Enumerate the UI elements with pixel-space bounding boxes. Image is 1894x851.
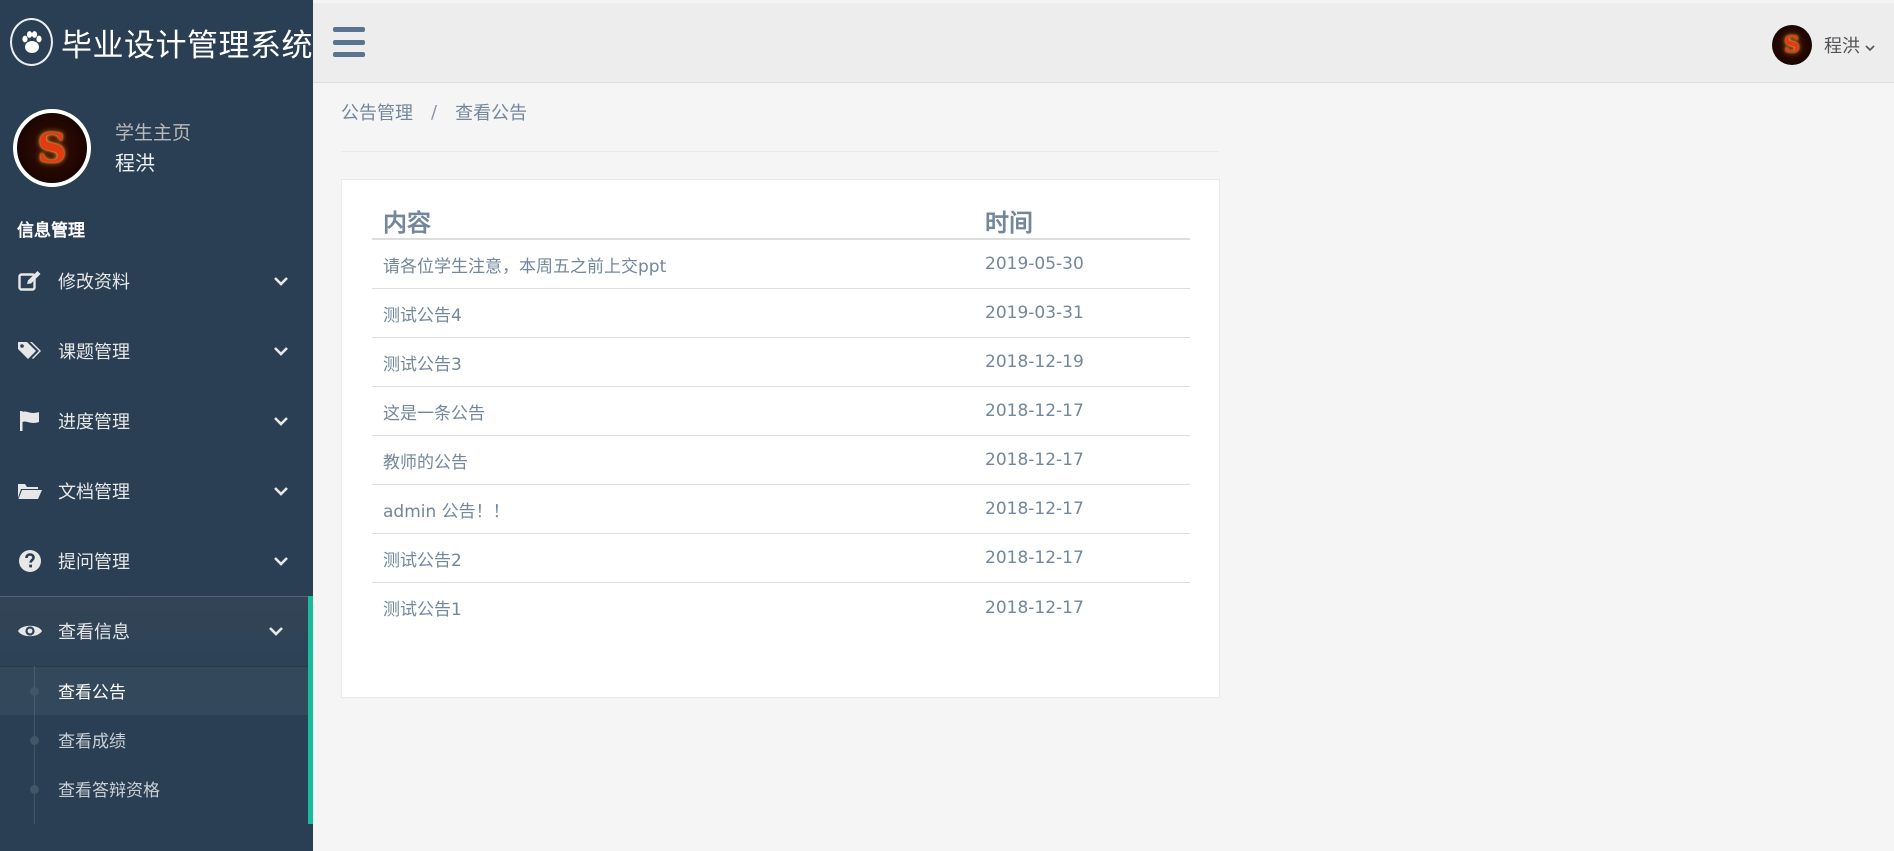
profile: S 学生主页 程洪 [0, 84, 313, 212]
question-circle-icon [17, 548, 43, 574]
menu-item-label: 文档管理 [58, 482, 130, 503]
table-row: 测试公告4 2019-03-31 [372, 289, 1190, 338]
chevron-down-icon [273, 413, 289, 429]
user-menu[interactable]: S 程洪 [1772, 25, 1876, 65]
table-row: 请各位学生注意，本周五之前上交ppt 2019-05-30 [372, 240, 1190, 289]
table-header: 内容 时间 [372, 202, 1190, 240]
chevron-down-icon [273, 483, 289, 499]
column-header-content: 内容 [383, 208, 431, 237]
eye-icon [17, 618, 43, 644]
cell-time: 2019-03-31 [985, 303, 1084, 323]
avatar: S [13, 109, 91, 187]
cell-time: 2018-12-17 [985, 548, 1084, 568]
top-nav: S 程洪 [313, 3, 1894, 83]
brand[interactable]: 毕业设计管理系统 [0, 0, 313, 84]
chevron-down-icon [1864, 39, 1876, 52]
announcement-panel: 内容 时间 请各位学生注意，本周五之前上交ppt 2019-05-30 测试公告… [341, 179, 1220, 698]
menu-item-label: 修改资料 [58, 272, 130, 293]
table-row: 测试公告1 2018-12-17 [372, 583, 1190, 632]
menu-item-edit-profile[interactable]: 修改资料 [0, 246, 313, 316]
menu-item-label: 进度管理 [58, 412, 130, 433]
menu-item-label: 课题管理 [58, 342, 130, 363]
menu-section-title: 信息管理 [17, 221, 85, 241]
avatar: S [1772, 25, 1812, 65]
submenu-view-info: 查看公告 查看成绩 查看答辩资格 [0, 666, 313, 824]
cell-content: admin 公告！！ [383, 501, 510, 522]
menu-item-documents[interactable]: 文档管理 [0, 456, 313, 526]
chevron-down-icon [273, 553, 289, 569]
edit-icon [17, 268, 43, 294]
cell-content: 测试公告2 [383, 550, 462, 571]
sub-item-label: 查看成绩 [58, 732, 126, 752]
cell-content: 教师的公告 [383, 452, 468, 473]
cell-time: 2018-12-17 [985, 450, 1084, 470]
divider [341, 151, 1219, 152]
chevron-down-icon [273, 343, 289, 359]
menu-item-questions[interactable]: 提问管理 [0, 526, 313, 596]
flag-icon [17, 408, 43, 434]
breadcrumb-parent[interactable]: 公告管理 [341, 99, 413, 125]
paw-icon [10, 18, 53, 66]
menu-item-topics[interactable]: 课题管理 [0, 316, 313, 386]
cell-content: 这是一条公告 [383, 403, 485, 424]
cell-time: 2018-12-17 [985, 597, 1084, 618]
table-row: admin 公告！！ 2018-12-17 [372, 485, 1190, 534]
menu-item-label: 提问管理 [58, 552, 130, 573]
brand-title: 毕业设计管理系统 [61, 27, 313, 64]
menu-item-progress[interactable]: 进度管理 [0, 386, 313, 456]
profile-name: 程洪 [115, 151, 155, 175]
menu-toggle-icon[interactable] [333, 27, 365, 57]
table-row: 这是一条公告 2018-12-17 [372, 387, 1190, 436]
cell-content: 请各位学生注意，本周五之前上交ppt [383, 256, 667, 277]
folder-open-icon [17, 478, 43, 504]
table-row: 测试公告2 2018-12-17 [372, 534, 1190, 583]
cell-time: 2018-12-17 [985, 499, 1084, 519]
breadcrumb-separator: / [431, 101, 438, 123]
profile-info: 学生主页 程洪 [115, 118, 191, 178]
user-name: 程洪 [1824, 36, 1860, 57]
sub-item-view-grades[interactable]: 查看成绩 [0, 715, 308, 764]
tags-icon [17, 338, 43, 364]
breadcrumb: 公告管理 / 查看公告 [341, 97, 527, 127]
table-row: 测试公告3 2018-12-19 [372, 338, 1190, 387]
cell-time: 2019-05-30 [985, 254, 1084, 274]
sub-item-label: 查看公告 [58, 683, 126, 703]
sub-item-label: 查看答辩资格 [58, 781, 160, 801]
column-header-time: 时间 [985, 208, 1033, 237]
sub-item-view-defense-eligibility[interactable]: 查看答辩资格 [0, 764, 308, 813]
cell-content: 测试公告4 [383, 305, 462, 326]
cell-time: 2018-12-19 [985, 352, 1084, 372]
chevron-down-icon [273, 273, 289, 289]
chevron-down-icon [268, 623, 284, 639]
announcement-table: 内容 时间 请各位学生注意，本周五之前上交ppt 2019-05-30 测试公告… [372, 202, 1190, 632]
cell-time: 2018-12-17 [985, 401, 1084, 421]
profile-welcome: 学生主页 [115, 122, 192, 144]
avatar-letter: S [1784, 32, 1800, 58]
sidebar: 毕业设计管理系统 S 学生主页 程洪 信息管理 修改资料 课题管理 进度管理 文… [0, 0, 313, 851]
sub-item-view-announcements[interactable]: 查看公告 [0, 666, 308, 715]
cell-content: 测试公告3 [383, 354, 462, 375]
avatar-letter: S [37, 124, 67, 172]
menu-item-label: 查看信息 [58, 622, 130, 643]
menu-item-view-info[interactable]: 查看信息 [0, 596, 313, 666]
breadcrumb-current: 查看公告 [455, 103, 528, 124]
cell-content: 测试公告1 [383, 600, 462, 620]
table-row: 教师的公告 2018-12-17 [372, 436, 1190, 485]
